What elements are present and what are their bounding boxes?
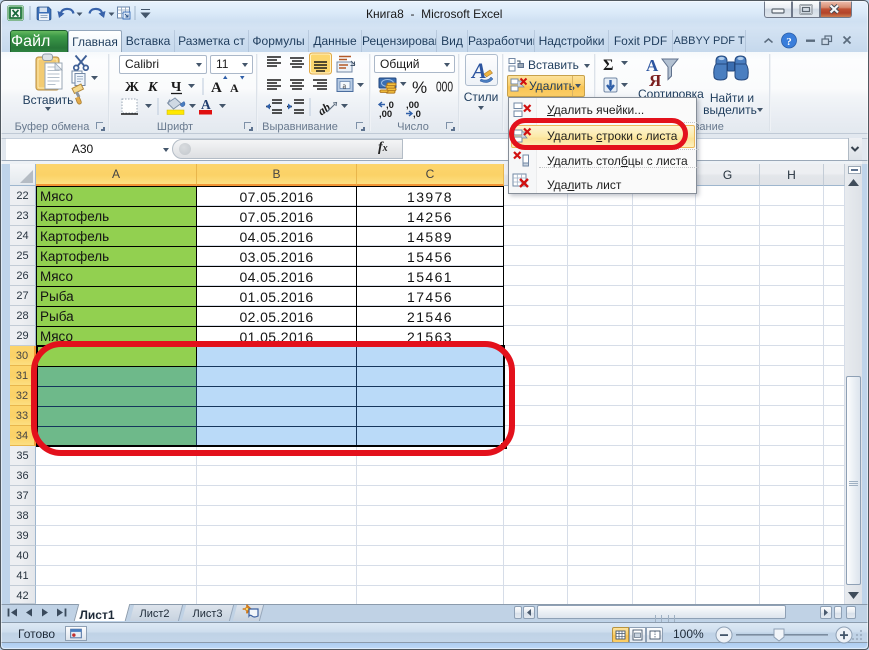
svg-text:К: К <box>147 80 159 95</box>
svg-text:Я: Я <box>649 71 661 90</box>
svg-text:a: a <box>343 82 347 91</box>
svg-text:A: A <box>470 58 487 83</box>
svg-text:Σ: Σ <box>603 57 613 74</box>
svg-text:А: А <box>201 97 211 112</box>
svg-text:,0: ,0 <box>413 109 421 120</box>
svg-text:,00: ,00 <box>379 109 392 120</box>
svg-text:A: A <box>230 81 239 95</box>
svg-text:Ж: Ж <box>125 80 139 95</box>
svg-text:%: % <box>412 78 427 97</box>
svg-text:Ч: Ч <box>171 80 182 95</box>
svg-text:000: 000 <box>436 77 453 95</box>
svg-text:A: A <box>211 80 222 96</box>
svg-text:?: ? <box>786 36 792 48</box>
